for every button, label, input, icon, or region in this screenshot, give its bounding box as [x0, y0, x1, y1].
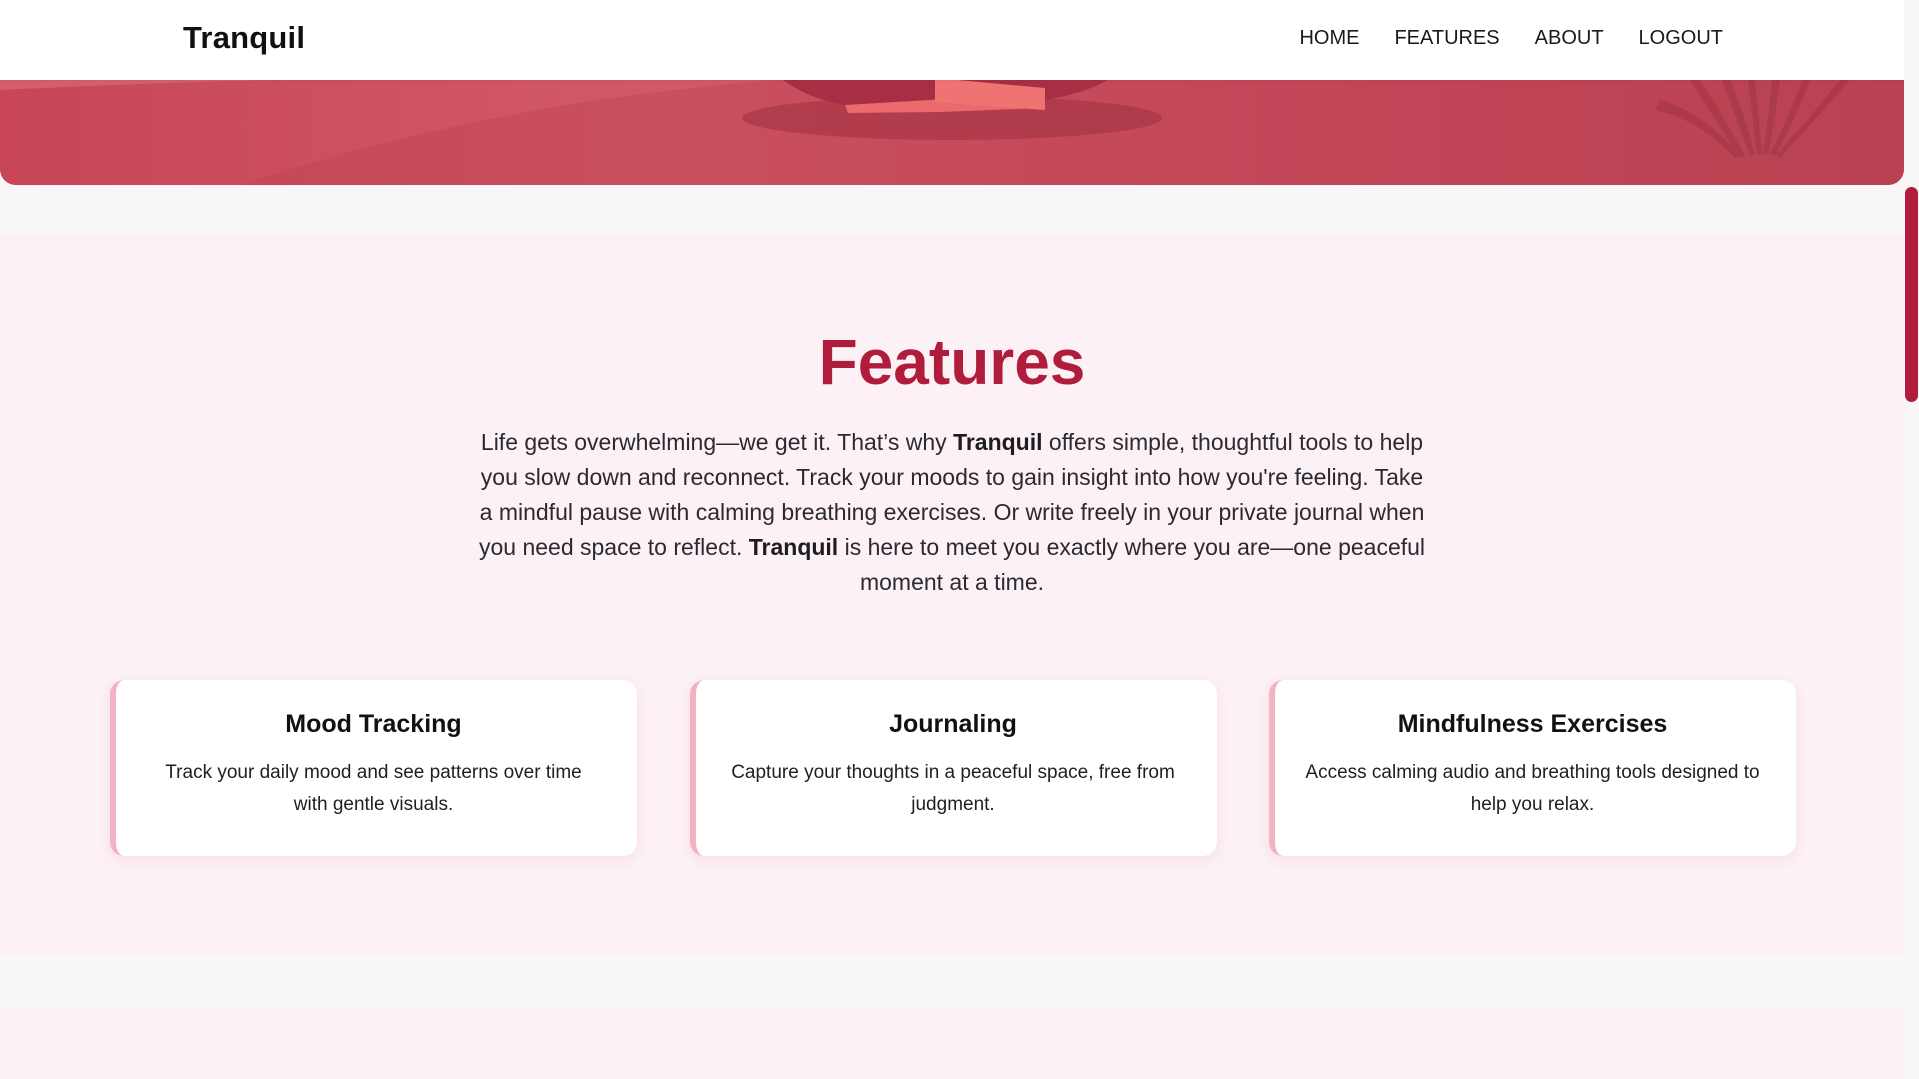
nav-links: HOME FEATURES ABOUT LOGOUT — [1299, 27, 1723, 50]
feature-card-journaling[interactable]: Journaling Capture your thoughts in a pe… — [689, 680, 1217, 856]
hero-banner — [0, 80, 1904, 185]
next-section — [0, 1008, 1904, 1079]
page-scrollbar[interactable] — [1904, 0, 1919, 1079]
card-text: Track your daily mood and see patterns o… — [165, 762, 582, 815]
card-text: Access calming audio and breathing tools… — [1305, 762, 1760, 815]
desc-brand-1: Tranquil — [953, 429, 1043, 455]
page: Tranquil HOME FEATURES ABOUT LOGOUT Feat… — [0, 0, 1919, 1079]
feature-card-mindfulness[interactable]: Mindfulness Exercises Access calming aud… — [1269, 680, 1796, 856]
card-title: Journaling — [889, 710, 1017, 738]
card-title: Mood Tracking — [285, 710, 462, 738]
desc-text-3: is here to meet you exactly where you ar… — [838, 534, 1426, 595]
brand-logo[interactable]: Tranquil — [183, 20, 305, 56]
card-text: Capture your thoughts in a peaceful spac… — [731, 762, 1175, 815]
features-title: Features — [818, 326, 1086, 398]
nav-link-features[interactable]: FEATURES — [1394, 27, 1499, 50]
features-section: Features Life gets overwhelming—we get i… — [0, 235, 1904, 955]
desc-text-1: Life gets overwhelming—we get it. That’s… — [480, 429, 954, 455]
nav-link-home[interactable]: HOME — [1299, 27, 1359, 50]
scrollbar-thumb[interactable] — [1905, 187, 1918, 402]
feature-cards: Mood Tracking Track your daily mood and … — [110, 680, 1796, 856]
features-description: Life gets overwhelming—we get it. That’s… — [472, 425, 1432, 600]
meditation-illustration — [0, 80, 1904, 185]
nav-link-logout[interactable]: LOGOUT — [1639, 27, 1723, 50]
card-title: Mindfulness Exercises — [1397, 710, 1668, 738]
feature-card-mood-tracking[interactable]: Mood Tracking Track your daily mood and … — [110, 680, 637, 856]
nav-link-about[interactable]: ABOUT — [1535, 27, 1604, 50]
desc-brand-2: Tranquil — [748, 534, 839, 560]
top-navbar: Tranquil HOME FEATURES ABOUT LOGOUT — [0, 0, 1904, 80]
